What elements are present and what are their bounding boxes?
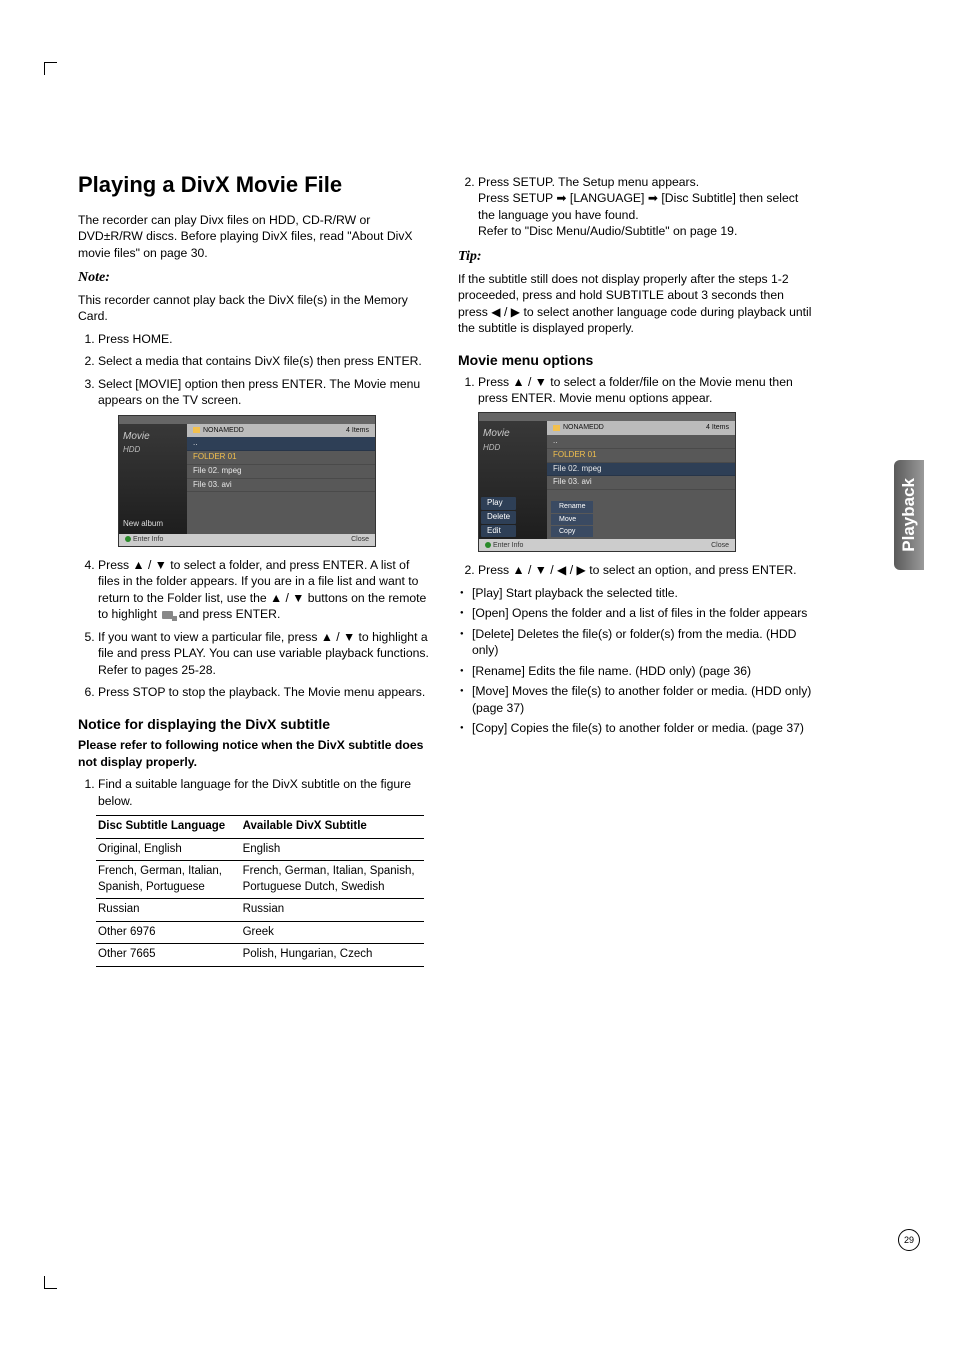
movie-menu-heading: Movie menu options	[458, 351, 812, 370]
step-2: Select a media that contains DivX file(s…	[98, 353, 432, 369]
tip-label: Tip:	[458, 248, 812, 267]
shot2-hdr-right: 4 Items	[706, 423, 729, 432]
shot1-hdr-left: NONAMEDD	[203, 427, 244, 434]
shot2-foot-right: Close	[711, 541, 729, 550]
shot1-label-hdd: HDD	[123, 445, 183, 456]
step-1: Press HOME.	[98, 331, 432, 347]
crop-mark-tl	[44, 62, 57, 75]
main-steps-cont: Press ▲ / ▼ to select a folder, and pres…	[78, 557, 432, 701]
shot1-row-up: ..	[187, 437, 375, 451]
shot2-hdr-left: NONAMEDD	[563, 424, 604, 431]
table-r0a: Original, English	[96, 838, 241, 861]
mm-step-2: Press ▲ / ▼ / ◀ / ▶ to select an option,…	[478, 562, 812, 578]
notice-step-1: Find a suitable language for the DivX su…	[98, 776, 432, 809]
table-r2b: Russian	[241, 899, 424, 922]
intro-text: The recorder can play Divx files on HDD,…	[78, 212, 432, 261]
shot2-row-folder: FOLDER 01	[547, 449, 735, 463]
subtitle-language-table: Disc Subtitle Language Available DivX Su…	[96, 815, 424, 967]
shot1-label-movie: Movie	[123, 430, 183, 444]
notice-steps: Find a suitable language for the DivX su…	[78, 776, 432, 809]
notice-step-2: Press SETUP. The Setup menu appears. Pre…	[478, 174, 812, 240]
shot2-label-movie: Movie	[483, 427, 543, 441]
shot2-row-file3: File 03. avi	[547, 476, 735, 490]
shot2-label-hdd: HDD	[483, 443, 543, 454]
table-r2a: Russian	[96, 899, 241, 922]
note-text: This recorder cannot play back the DivX …	[78, 292, 432, 325]
shot2-row-file2: File 02. mpeg	[547, 463, 735, 477]
bullet-copy: [Copy] Copies the file(s) to another fol…	[472, 720, 812, 736]
shot2-sub-copy: Copy	[551, 526, 593, 537]
shot1-row-folder: FOLDER 01	[187, 451, 375, 465]
folder-icon	[193, 427, 200, 433]
step-3: Select [MOVIE] option then press ENTER. …	[98, 376, 432, 409]
table-r0b: English	[241, 838, 424, 861]
table-r1b: French, German, Italian, Spanish, Portug…	[241, 861, 424, 899]
shot2-sub-move: Move	[551, 514, 593, 525]
option-bullets: [Play] Start playback the selected title…	[458, 585, 812, 737]
shot2-sub-rename: Rename	[551, 501, 593, 512]
shot1-hdr-right: 4 Items	[346, 426, 369, 435]
movie-menu-steps2: Press ▲ / ▼ / ◀ / ▶ to select an option,…	[458, 562, 812, 578]
left-column: Playing a DivX Movie File The recorder c…	[78, 170, 432, 967]
note-label: Note:	[78, 269, 432, 288]
bullet-play: [Play] Start playback the selected title…	[472, 585, 812, 601]
bullet-rename: [Rename] Edits the file name. (HDD only)…	[472, 663, 812, 679]
table-r4a: Other 7665	[96, 944, 241, 967]
movie-menu-screenshot-1: Movie HDD New album NONAMEDD 4 Items .. …	[118, 415, 376, 547]
table-h2: Available DivX Subtitle	[241, 816, 424, 839]
step-6: Press STOP to stop the playback. The Mov…	[98, 684, 432, 700]
shot2-opt-edit: Edit	[481, 525, 516, 538]
shot1-foot-left: Enter Info	[133, 536, 163, 543]
folder-up-icon	[162, 611, 173, 619]
tip-text: If the subtitle still does not display p…	[458, 271, 812, 337]
movie-menu-steps: Press ▲ / ▼ to select a folder/file on t…	[458, 374, 812, 407]
page-number: 29	[898, 1229, 920, 1251]
shot1-new-album: New album	[123, 519, 163, 530]
shot2-opt-play: Play	[481, 497, 516, 510]
shot2-opt-delete: Delete	[481, 511, 516, 524]
notice-steps-cont: Press SETUP. The Setup menu appears. Pre…	[458, 174, 812, 240]
mm-step-1: Press ▲ / ▼ to select a folder/file on t…	[478, 374, 812, 407]
main-steps: Press HOME. Select a media that contains…	[78, 331, 432, 409]
crop-mark-bl	[44, 1276, 57, 1289]
shot1-row-file3: File 03. avi	[187, 479, 375, 493]
table-r3a: Other 6976	[96, 921, 241, 944]
shot1-foot-right: Close	[351, 535, 369, 544]
shot1-row-file2: File 02. mpeg	[187, 465, 375, 479]
bullet-delete: [Delete] Deletes the file(s) or folder(s…	[472, 626, 812, 659]
table-r4b: Polish, Hungarian, Czech	[241, 944, 424, 967]
step-4: Press ▲ / ▼ to select a folder, and pres…	[98, 557, 432, 623]
page-title: Playing a DivX Movie File	[78, 170, 432, 200]
movie-menu-screenshot-2: Movie HDD Play Delete Edit NONAMEDD 4 It…	[478, 412, 736, 552]
table-r3b: Greek	[241, 921, 424, 944]
bullet-open: [Open] Opens the folder and a list of fi…	[472, 605, 812, 621]
notice-heading: Notice for displaying the DivX subtitle	[78, 715, 432, 734]
bullet-move: [Move] Moves the file(s) to another fold…	[472, 683, 812, 716]
shot2-foot-left: Enter Info	[493, 542, 523, 549]
right-column: Press SETUP. The Setup menu appears. Pre…	[458, 170, 812, 967]
table-h1: Disc Subtitle Language	[96, 816, 241, 839]
section-tab: Playback	[894, 460, 924, 570]
shot2-row-up: ..	[547, 435, 735, 449]
folder-icon	[553, 425, 560, 431]
step-5: If you want to view a particular file, p…	[98, 629, 432, 678]
notice-bold: Please refer to following notice when th…	[78, 737, 432, 770]
table-r1a: French, German, Italian, Spanish, Portug…	[96, 861, 241, 899]
